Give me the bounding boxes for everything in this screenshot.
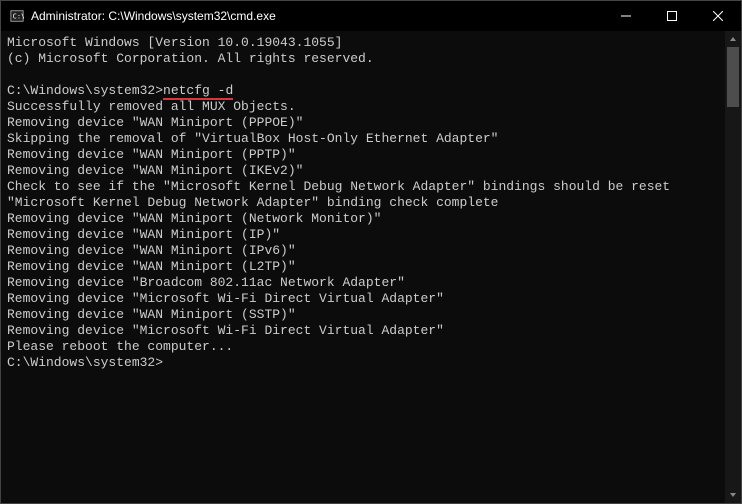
terminal-line: "Microsoft Kernel Debug Network Adapter"… xyxy=(7,195,721,211)
terminal-line: Removing device "WAN Miniport (IKEv2)" xyxy=(7,163,721,179)
cmd-icon: C:\ xyxy=(9,8,25,24)
terminal-line: Skipping the removal of "VirtualBox Host… xyxy=(7,131,721,147)
terminal-line: C:\Windows\system32> xyxy=(7,355,721,371)
window-controls xyxy=(603,1,741,31)
terminal-line: Check to see if the "Microsoft Kernel De… xyxy=(7,179,721,195)
terminal-line: Successfully removed all MUX Objects. xyxy=(7,99,721,115)
terminal-line xyxy=(7,67,721,83)
terminal-area: Microsoft Windows [Version 10.0.19043.10… xyxy=(1,31,741,503)
terminal-line: Removing device "WAN Miniport (SSTP)" xyxy=(7,307,721,323)
terminal-line: (c) Microsoft Corporation. All rights re… xyxy=(7,51,721,67)
command-text: netcfg -d xyxy=(163,83,233,100)
maximize-button[interactable] xyxy=(649,1,695,31)
terminal-line: Removing device "Broadcom 802.11ac Netwo… xyxy=(7,275,721,291)
minimize-button[interactable] xyxy=(603,1,649,31)
terminal-line: Removing device "WAN Miniport (L2TP)" xyxy=(7,259,721,275)
terminal-line: Removing device "WAN Miniport (PPTP)" xyxy=(7,147,721,163)
terminal-line: Removing device "Microsoft Wi-Fi Direct … xyxy=(7,291,721,307)
terminal-line: C:\Windows\system32>netcfg -d xyxy=(7,83,721,99)
terminal-line: Removing device "WAN Miniport (PPPOE)" xyxy=(7,115,721,131)
vertical-scrollbar[interactable] xyxy=(725,31,741,503)
scroll-up-arrow[interactable] xyxy=(725,31,741,47)
scrollbar-thumb[interactable] xyxy=(727,47,739,107)
terminal-line: Removing device "WAN Miniport (IPv6)" xyxy=(7,243,721,259)
terminal-line: Removing device "WAN Miniport (Network M… xyxy=(7,211,721,227)
prompt: C:\Windows\system32> xyxy=(7,355,163,370)
window-title: Administrator: C:\Windows\system32\cmd.e… xyxy=(31,9,603,23)
scrollbar-track[interactable] xyxy=(725,47,741,487)
window-titlebar: C:\ Administrator: C:\Windows\system32\c… xyxy=(1,1,741,31)
terminal-line: Removing device "WAN Miniport (IP)" xyxy=(7,227,721,243)
terminal-line: Microsoft Windows [Version 10.0.19043.10… xyxy=(7,35,721,51)
terminal-output[interactable]: Microsoft Windows [Version 10.0.19043.10… xyxy=(1,31,725,503)
svg-text:C:\: C:\ xyxy=(13,13,24,21)
terminal-line: Removing device "Microsoft Wi-Fi Direct … xyxy=(7,323,721,339)
terminal-line: Please reboot the computer... xyxy=(7,339,721,355)
close-button[interactable] xyxy=(695,1,741,31)
prompt: C:\Windows\system32> xyxy=(7,83,163,98)
scroll-down-arrow[interactable] xyxy=(725,487,741,503)
